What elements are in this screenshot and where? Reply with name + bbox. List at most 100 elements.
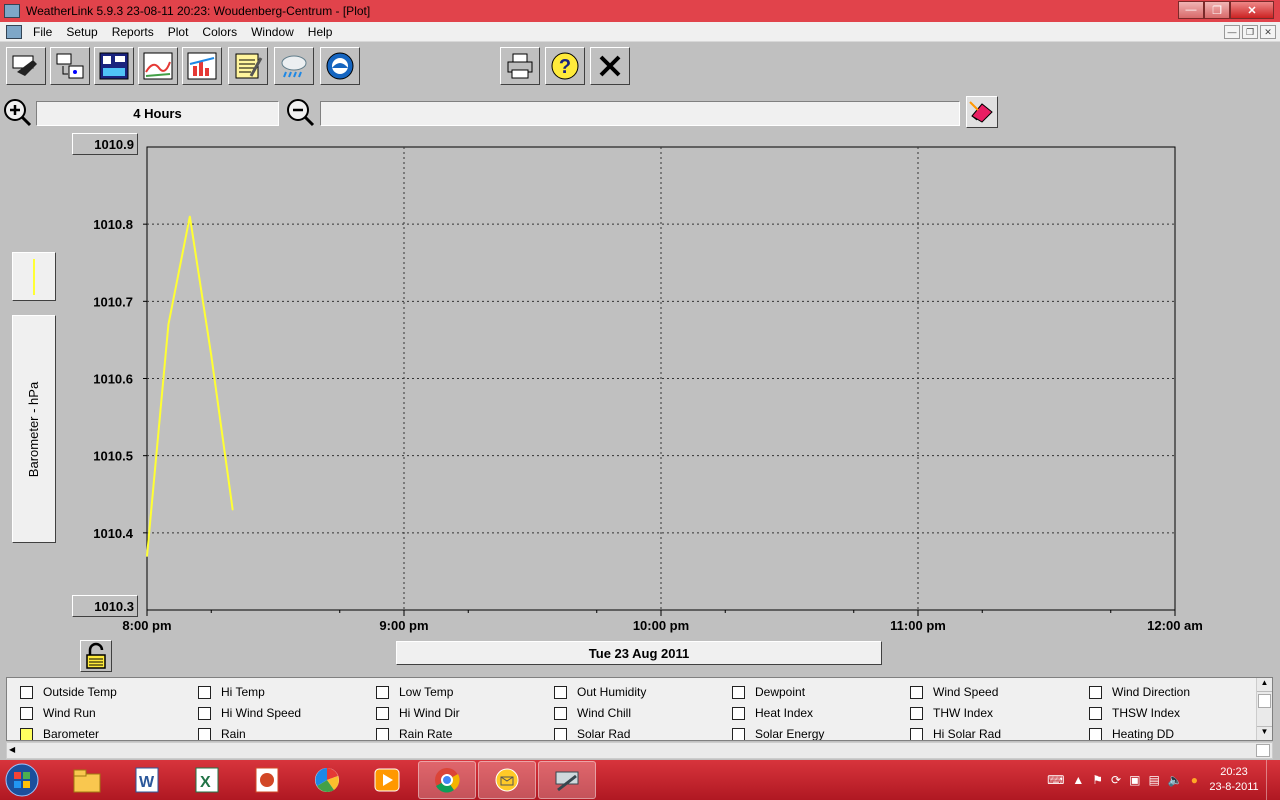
date-label[interactable]: Tue 23 Aug 2011 [396, 641, 882, 665]
legend-item-hi-wind-speed[interactable]: Hi Wind Speed [198, 705, 301, 721]
menu-reports[interactable]: Reports [105, 25, 161, 39]
taskbar-excel[interactable]: X [178, 761, 236, 799]
legend-item-wind-direction[interactable]: Wind Direction [1089, 684, 1190, 700]
taskbar-picasa[interactable] [298, 761, 356, 799]
legend-checkbox[interactable] [198, 706, 211, 720]
weather-button[interactable] [274, 47, 314, 85]
legend-checkbox[interactable] [554, 727, 567, 740]
strip-chart-button[interactable] [138, 47, 178, 85]
bulletin-button[interactable] [94, 47, 134, 85]
legend-item-rain-rate[interactable]: Rain Rate [376, 726, 452, 740]
legend-item-solar-rad[interactable]: Solar Rad [554, 726, 630, 740]
legend-item-thsw-index[interactable]: THSW Index [1089, 705, 1180, 721]
scroll-down-arrow-icon[interactable]: ▼ [1257, 726, 1272, 740]
taskbar-outlook[interactable] [478, 761, 536, 799]
legend-item-hi-wind-dir[interactable]: Hi Wind Dir [376, 705, 460, 721]
taskbar-powerpoint[interactable] [238, 761, 296, 799]
legend-checkbox[interactable] [20, 706, 33, 720]
legend-checkbox[interactable] [20, 727, 33, 740]
legend-checkbox[interactable] [1089, 727, 1102, 740]
app-icon[interactable] [4, 4, 20, 18]
zoom-in-button[interactable] [1, 96, 33, 128]
download-button[interactable] [50, 47, 90, 85]
legend-checkbox[interactable] [554, 685, 567, 699]
legend-item-rain[interactable]: Rain [198, 726, 246, 740]
taskbar-explorer[interactable] [58, 761, 116, 799]
menu-window[interactable]: Window [244, 25, 301, 39]
keyboard-icon[interactable]: ⌨ [1047, 773, 1064, 787]
legend-checkbox[interactable] [910, 706, 923, 720]
legend-checkbox[interactable] [1089, 706, 1102, 720]
legend-item-heating-dd[interactable]: Heating DD [1089, 726, 1174, 740]
legend-scrollbar[interactable]: ▲ ▼ [1256, 678, 1272, 740]
start-button[interactable] [0, 760, 44, 800]
taskbar-word[interactable]: W [118, 761, 176, 799]
mdi-minimize-button[interactable]: — [1224, 25, 1240, 39]
network-icon[interactable]: ▤ [1148, 773, 1159, 787]
legend-checkbox[interactable] [910, 727, 923, 740]
legend-checkbox[interactable] [732, 685, 745, 699]
notes-button[interactable] [228, 47, 268, 85]
menu-file[interactable]: File [26, 25, 59, 39]
legend-item-heat-index[interactable]: Heat Index [732, 705, 813, 721]
legend-item-out-humidity[interactable]: Out Humidity [554, 684, 646, 700]
zoom-out-button[interactable] [284, 96, 316, 128]
menu-colors[interactable]: Colors [195, 25, 244, 39]
taskbar-chrome[interactable] [418, 761, 476, 799]
legend-item-outside-temp[interactable]: Outside Temp [20, 684, 117, 700]
legend-item-barometer[interactable]: Barometer [20, 726, 99, 740]
eraser-button[interactable] [966, 96, 998, 128]
time-span-field[interactable]: 4 Hours [36, 101, 279, 126]
tray-expand-icon[interactable]: ▲ [1072, 773, 1084, 787]
legend-checkbox[interactable] [554, 706, 567, 720]
legend-item-low-temp[interactable]: Low Temp [376, 684, 453, 700]
document-icon[interactable] [6, 24, 22, 39]
legend-item-wind-chill[interactable]: Wind Chill [554, 705, 631, 721]
show-desktop-button[interactable] [1266, 760, 1280, 800]
taskbar-media-player[interactable] [358, 761, 416, 799]
legend-checkbox[interactable] [198, 685, 211, 699]
close-plot-button[interactable] [590, 47, 630, 85]
legend-checkbox[interactable] [1089, 685, 1102, 699]
legend-item-hi-temp[interactable]: Hi Temp [198, 684, 265, 700]
legend-checkbox[interactable] [732, 706, 745, 720]
taskbar-weatherlink[interactable] [538, 761, 596, 799]
flag-icon[interactable]: ⚑ [1092, 773, 1103, 787]
scroll-thumb[interactable] [1258, 694, 1271, 708]
print-button[interactable] [500, 47, 540, 85]
menu-setup[interactable]: Setup [59, 25, 104, 39]
horizontal-scrollbar[interactable]: ◀ [6, 742, 1273, 759]
noaa-button[interactable] [320, 47, 360, 85]
legend-checkbox[interactable] [198, 727, 211, 740]
plot-button[interactable] [182, 47, 222, 85]
plot-chart[interactable]: 1010.8 1010.7 1010.6 1010.5 1010.4 8:00 pm 9:… [0, 132, 1280, 642]
menu-help[interactable]: Help [301, 25, 340, 39]
close-window-button[interactable]: ✕ [1230, 1, 1274, 19]
legend-item-solar-energy[interactable]: Solar Energy [732, 726, 824, 740]
scroll-left-arrow-icon[interactable]: ◀ [9, 745, 15, 754]
legend-checkbox[interactable] [376, 706, 389, 720]
volume-icon[interactable]: 🔈 [1168, 773, 1183, 787]
sync-icon[interactable]: ⟳ [1111, 773, 1121, 787]
legend-item-thw-index[interactable]: THW Index [910, 705, 993, 721]
maximize-button[interactable]: ❐ [1204, 1, 1230, 19]
device-icon[interactable]: ▣ [1129, 773, 1140, 787]
legend-item-wind-run[interactable]: Wind Run [20, 705, 96, 721]
legend-item-hi-solar-rad[interactable]: Hi Solar Rad [910, 726, 1001, 740]
legend-checkbox[interactable] [732, 727, 745, 740]
menu-plot[interactable]: Plot [161, 25, 196, 39]
help-button[interactable]: ? [545, 47, 585, 85]
legend-checkbox[interactable] [20, 685, 33, 699]
legend-checkbox[interactable] [376, 685, 389, 699]
legend-checkbox[interactable] [910, 685, 923, 699]
legend-checkbox[interactable] [376, 727, 389, 740]
scroll-up-arrow-icon[interactable]: ▲ [1257, 678, 1272, 692]
legend-item-dewpoint[interactable]: Dewpoint [732, 684, 805, 700]
setup-button[interactable] [6, 47, 46, 85]
lock-button[interactable] [80, 640, 112, 672]
minimize-button[interactable]: — [1178, 1, 1204, 19]
clock[interactable]: 20:23 23-8-2011 [1202, 765, 1266, 795]
mdi-restore-button[interactable]: ❐ [1242, 25, 1258, 39]
range-field[interactable] [320, 101, 960, 126]
legend-item-wind-speed[interactable]: Wind Speed [910, 684, 998, 700]
